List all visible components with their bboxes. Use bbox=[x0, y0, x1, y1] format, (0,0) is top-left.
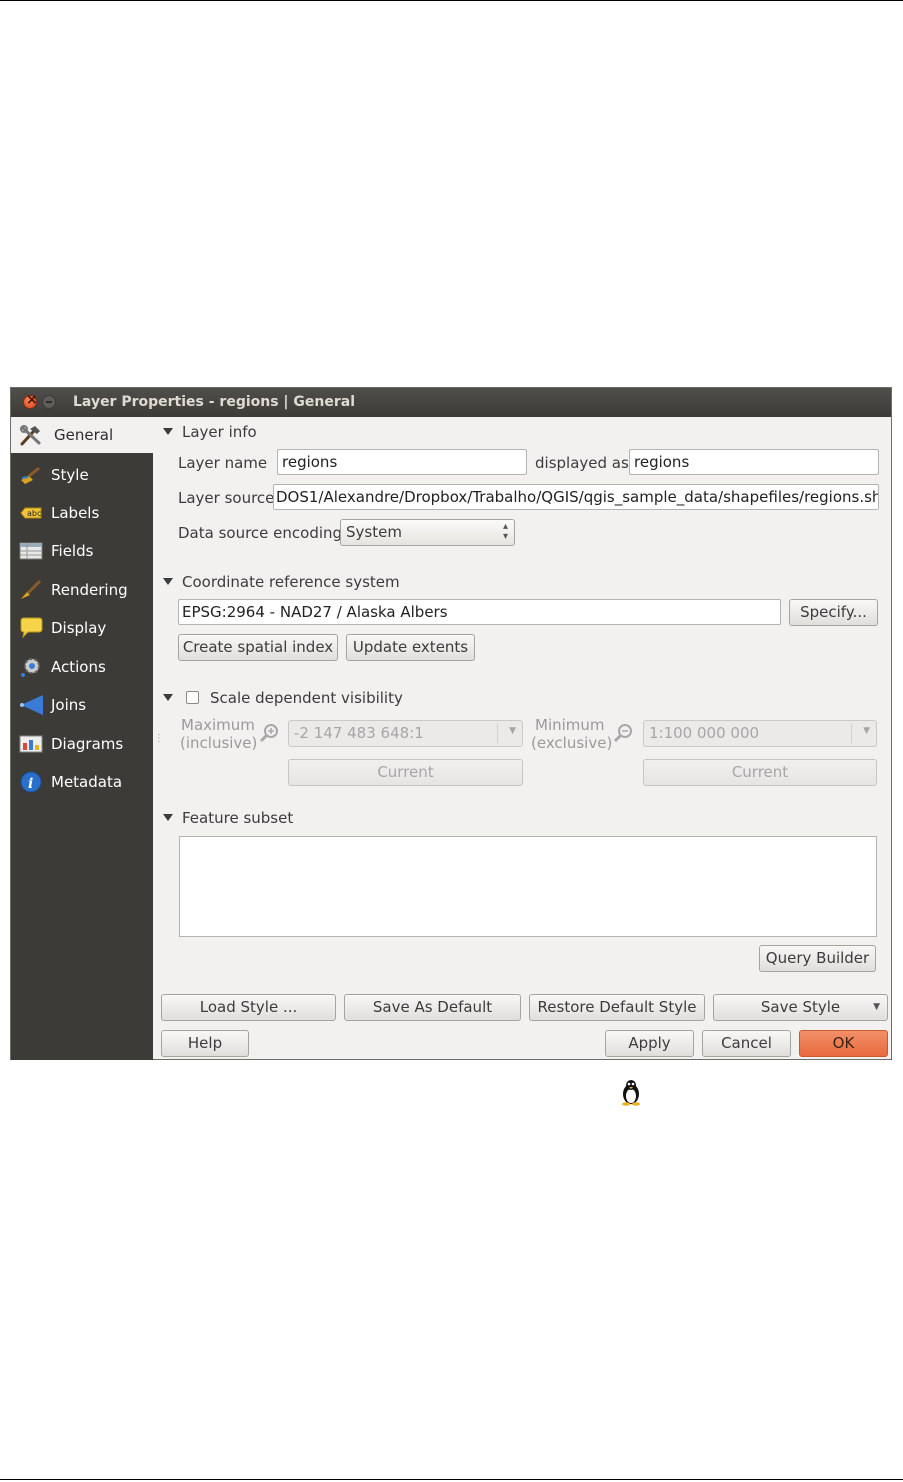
maximum-inclusive-label: (inclusive) bbox=[180, 734, 258, 752]
layer-properties-dialog: Layer Properties - regions | General Gen… bbox=[10, 387, 892, 1060]
layer-info-header[interactable]: Layer info bbox=[163, 423, 257, 441]
combo-separator bbox=[851, 724, 852, 743]
sidebar-item-labels[interactable]: abc Labels bbox=[11, 495, 153, 531]
sidebar-item-label: Metadata bbox=[51, 773, 123, 791]
window-minimize-button[interactable] bbox=[42, 395, 56, 409]
cancel-button[interactable]: Cancel bbox=[702, 1030, 791, 1057]
apply-button[interactable]: Apply bbox=[605, 1030, 694, 1057]
save-style-label: Save Style bbox=[760, 998, 841, 1016]
section-title: Coordinate reference system bbox=[182, 573, 400, 591]
scale-visibility-label: Scale dependent visibility bbox=[210, 689, 403, 707]
minimum-current-button[interactable]: Current bbox=[643, 759, 877, 786]
encoding-select[interactable]: System ▴ ▾ bbox=[340, 519, 515, 546]
create-spatial-index-button[interactable]: Create spatial index bbox=[178, 634, 338, 661]
feature-subset-textarea[interactable] bbox=[179, 836, 877, 937]
save-style-button[interactable]: Save Style ▼ bbox=[713, 994, 888, 1021]
splitter-handle[interactable]: ⋮ bbox=[154, 733, 164, 744]
sidebar-item-label: General bbox=[54, 426, 114, 444]
section-title: Layer info bbox=[182, 423, 257, 441]
sidebar-item-metadata[interactable]: i Metadata bbox=[11, 764, 153, 800]
collapse-triangle-icon bbox=[163, 814, 173, 821]
maximum-label: Maximum bbox=[181, 716, 255, 734]
gear-action-icon bbox=[21, 658, 40, 677]
window-close-button[interactable] bbox=[23, 392, 38, 409]
maximum-scale-value: -2 147 483 648:1 bbox=[294, 724, 424, 742]
layer-source-label: Layer source bbox=[178, 489, 275, 507]
query-builder-button[interactable]: Query Builder bbox=[759, 945, 876, 972]
table-icon bbox=[19, 542, 43, 560]
minimum-exclusive-label: (exclusive) bbox=[531, 734, 613, 752]
displayed-as-label: displayed as bbox=[535, 454, 629, 472]
collapse-triangle-icon bbox=[163, 578, 173, 585]
restore-default-style-button[interactable]: Restore Default Style bbox=[529, 994, 705, 1021]
ok-button[interactable]: OK bbox=[799, 1030, 888, 1057]
section-title: Feature subset bbox=[182, 809, 294, 827]
chevron-down-icon: ▼ bbox=[873, 1002, 880, 1012]
feature-subset-header[interactable]: Feature subset bbox=[163, 809, 293, 827]
sidebar-item-label: Rendering bbox=[51, 581, 128, 599]
sidebar-item-actions[interactable]: Actions bbox=[11, 649, 153, 685]
update-extents-button[interactable]: Update extents bbox=[346, 634, 475, 661]
page-bottom-rule bbox=[0, 1479, 903, 1480]
combo-separator bbox=[497, 724, 498, 743]
abc-label-icon: abc bbox=[20, 507, 42, 519]
sidebar-item-label: Joins bbox=[51, 696, 87, 714]
specify-crs-button[interactable]: Specify... bbox=[789, 599, 878, 626]
sidebar-item-label: Diagrams bbox=[51, 735, 124, 753]
linux-penguin-icon bbox=[622, 1080, 640, 1106]
displayed-as-input[interactable]: regions bbox=[629, 449, 879, 475]
collapse-triangle-icon bbox=[163, 694, 173, 701]
layer-name-label: Layer name bbox=[178, 454, 268, 472]
wrench-hammer-icon bbox=[20, 425, 41, 446]
load-style-button[interactable]: Load Style ... bbox=[161, 994, 336, 1021]
scale-visibility-header[interactable] bbox=[163, 689, 182, 707]
sidebar-item-label: Display bbox=[51, 619, 107, 637]
sidebar-item-label: Fields bbox=[51, 542, 94, 560]
spin-arrows-icon: ▴ ▾ bbox=[502, 521, 508, 542]
crs-field[interactable]: EPSG:2964 - NAD27 / Alaska Albers bbox=[178, 599, 781, 625]
sidebar-item-label: Actions bbox=[51, 658, 106, 676]
svg-text:abc: abc bbox=[27, 509, 41, 518]
sidebar: General Style abc Labels Fields Renderin… bbox=[11, 417, 153, 1060]
sidebar-item-joins[interactable]: Joins bbox=[11, 687, 153, 723]
encoding-value: System bbox=[346, 523, 402, 541]
minimum-label: Minimum bbox=[535, 716, 605, 734]
sidebar-item-display[interactable]: Display bbox=[11, 610, 153, 646]
layer-source-input[interactable]: DOS1/Alexandre/Dropbox/Trabalho/QGIS/qgi… bbox=[273, 484, 879, 510]
brush-icon bbox=[21, 579, 42, 599]
save-as-default-button[interactable]: Save As Default bbox=[344, 994, 521, 1021]
window-title: Layer Properties - regions | General bbox=[73, 394, 356, 410]
layer-name-input[interactable]: regions bbox=[277, 449, 527, 475]
sidebar-item-diagrams[interactable]: Diagrams bbox=[11, 726, 153, 762]
encoding-label: Data source encoding bbox=[178, 524, 343, 542]
chevron-down-icon: ▼ bbox=[863, 726, 870, 736]
maximum-scale-select[interactable]: -2 147 483 648:1 ▼ bbox=[288, 720, 523, 747]
speech-bubble-icon bbox=[20, 617, 43, 639]
sidebar-item-general[interactable]: General bbox=[11, 417, 153, 453]
sidebar-item-label: Labels bbox=[51, 504, 100, 522]
diagram-icon bbox=[19, 735, 43, 753]
minimum-scale-select[interactable]: 1:100 000 000 ▼ bbox=[643, 720, 877, 747]
minimum-scale-value: 1:100 000 000 bbox=[649, 724, 760, 742]
page-top-rule bbox=[0, 0, 903, 1]
collapse-triangle-icon bbox=[163, 428, 173, 435]
title-bar[interactable]: Layer Properties - regions | General bbox=[11, 388, 891, 417]
svg-text:i: i bbox=[28, 776, 33, 792]
zoom-out-icon bbox=[613, 724, 632, 743]
sidebar-item-rendering[interactable]: Rendering bbox=[11, 572, 153, 608]
sidebar-item-label: Style bbox=[51, 466, 89, 484]
join-icon bbox=[20, 695, 43, 715]
help-button[interactable]: Help bbox=[161, 1030, 249, 1057]
chevron-down-icon: ▼ bbox=[509, 726, 516, 736]
sidebar-item-fields[interactable]: Fields bbox=[11, 533, 153, 569]
zoom-in-icon bbox=[259, 724, 278, 743]
crs-header[interactable]: Coordinate reference system bbox=[163, 573, 400, 591]
sidebar-item-style[interactable]: Style bbox=[11, 457, 153, 493]
scale-visibility-checkbox[interactable] bbox=[186, 691, 199, 704]
paint-brush-icon bbox=[21, 466, 40, 484]
info-icon: i bbox=[20, 771, 42, 793]
maximum-current-button[interactable]: Current bbox=[288, 759, 523, 786]
